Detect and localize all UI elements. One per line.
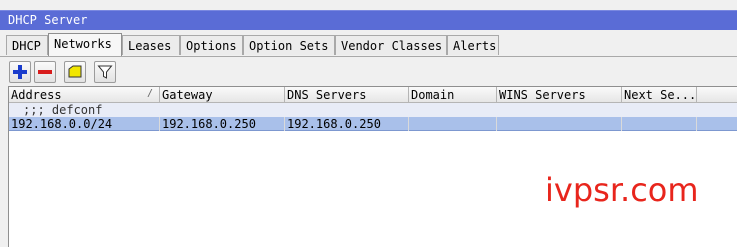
column-header-wins-servers[interactable]: WINS Servers: [497, 87, 622, 103]
cell-wins-servers: [497, 117, 622, 131]
tab-option-sets[interactable]: Option Sets: [243, 35, 335, 55]
tab-vendor-classes[interactable]: Vendor Classes: [335, 35, 447, 55]
filter-button[interactable]: [94, 61, 116, 83]
comment-row: ;;; defconf: [9, 103, 737, 117]
table-row[interactable]: 192.168.0.0/24 192.168.0.250 192.168.0.2…: [9, 117, 737, 131]
comment-button[interactable]: [64, 61, 86, 83]
window-title: DHCP Server: [8, 13, 88, 27]
comment-icon: [68, 65, 82, 78]
column-header-domain[interactable]: Domain: [409, 87, 497, 103]
cell-dns-servers: 192.168.0.250: [285, 117, 409, 131]
window-titlebar[interactable]: DHCP Server: [0, 10, 737, 30]
column-header-next-server[interactable]: Next Se...: [622, 87, 697, 103]
filter-icon: [97, 65, 113, 79]
add-icon: [13, 65, 27, 79]
tab-divider: [0, 56, 737, 57]
networks-table: Address / Gateway DNS Servers Domain WIN…: [8, 86, 737, 247]
column-header-address[interactable]: Address /: [9, 87, 160, 103]
cell-domain: [409, 117, 497, 131]
sort-indicator-icon: /: [146, 88, 153, 99]
remove-icon: [38, 70, 52, 74]
tab-networks[interactable]: Networks: [48, 33, 122, 56]
cell-address: 192.168.0.0/24: [9, 117, 160, 131]
tab-alerts[interactable]: Alerts: [447, 35, 499, 55]
table-header: Address / Gateway DNS Servers Domain WIN…: [9, 87, 737, 103]
cell-gateway: 192.168.0.250: [160, 117, 285, 131]
watermark-text: ivpsr.com: [545, 171, 699, 209]
column-label: Address: [11, 88, 62, 102]
tab-dhcp[interactable]: DHCP: [6, 35, 48, 55]
toolbar: [0, 58, 737, 86]
tab-leases[interactable]: Leases: [122, 35, 180, 55]
cell-next-server: [622, 117, 697, 131]
tab-options[interactable]: Options: [180, 35, 243, 55]
column-header-gateway[interactable]: Gateway: [160, 87, 285, 103]
comment-text: ;;; defconf: [23, 103, 103, 117]
column-header-dns-servers[interactable]: DNS Servers: [285, 87, 409, 103]
dhcp-server-window: DHCP Server DHCP Networks Leases Options…: [0, 0, 737, 247]
remove-button[interactable]: [34, 61, 56, 83]
add-button[interactable]: [9, 61, 31, 83]
